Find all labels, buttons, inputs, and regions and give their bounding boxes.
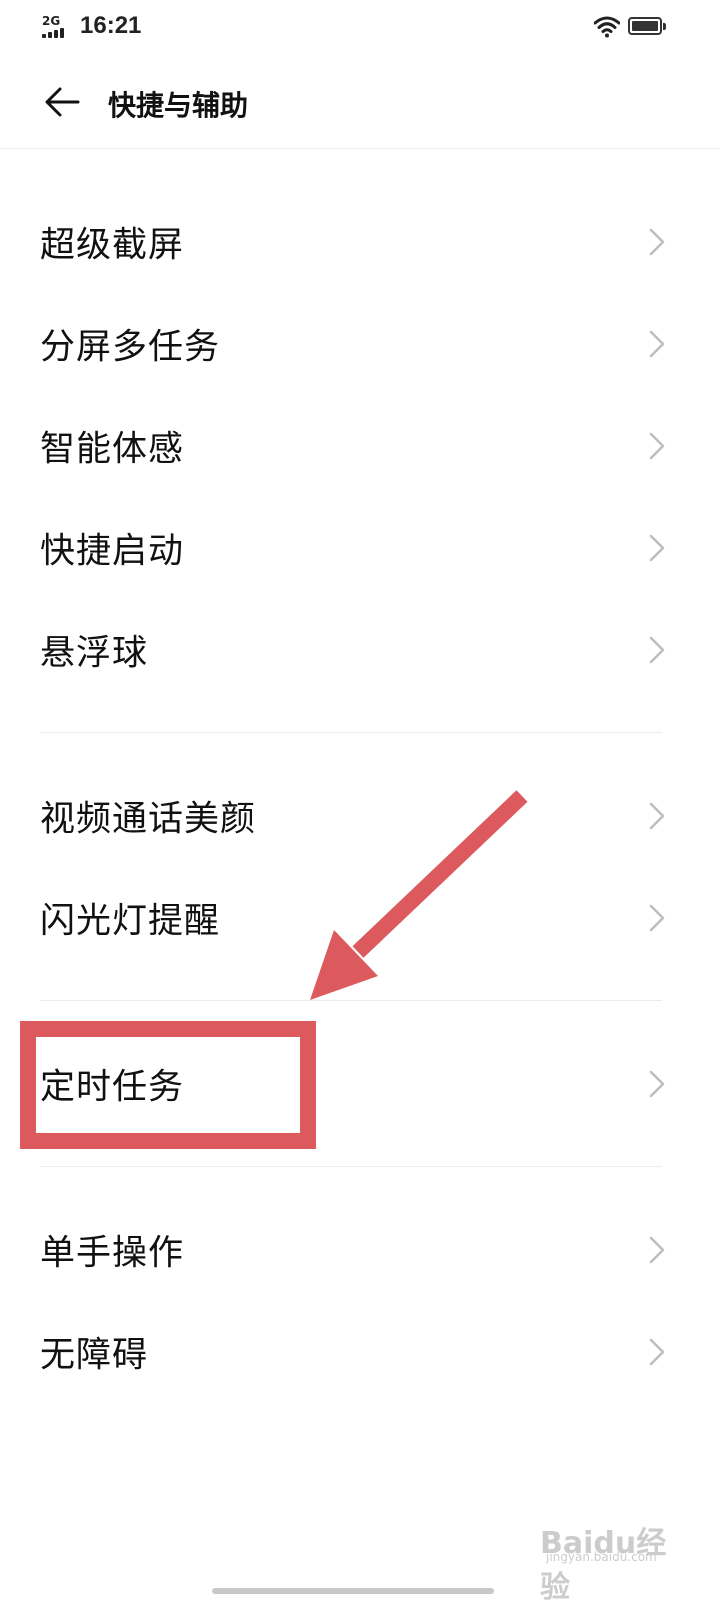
list-item-label: 定时任务 (40, 1067, 185, 1108)
chevron-right-icon (649, 330, 665, 358)
chevron-right-icon (649, 1338, 665, 1366)
list-item-label: 分屏多任务 (40, 327, 221, 368)
chevron-right-icon (649, 1236, 665, 1264)
watermark-subtext: jingyan.baidu.com (546, 1550, 657, 1564)
list-item-accessibility[interactable]: 无障碍 (0, 1302, 720, 1402)
annotation-arrow (310, 790, 528, 1000)
page-title: 快捷与辅助 (108, 89, 249, 122)
home-indicator[interactable] (212, 1588, 494, 1594)
list-item-label: 无障碍 (40, 1335, 149, 1376)
section-divider (40, 732, 662, 733)
page-header: 快捷与辅助 (0, 60, 720, 149)
list-item-split-screen[interactable]: 分屏多任务 (0, 294, 720, 394)
list-item-quick-launch[interactable]: 快捷启动 (0, 498, 720, 598)
signal-icon (42, 28, 70, 38)
list-item-one-hand-mode[interactable]: 单手操作 (0, 1200, 720, 1300)
list-item-label: 闪光灯提醒 (40, 901, 221, 942)
list-item-super-screenshot[interactable]: 超级截屏 (0, 192, 720, 292)
chevron-right-icon (649, 432, 665, 460)
chevron-right-icon (649, 534, 665, 562)
chevron-right-icon (649, 228, 665, 256)
list-item-label: 快捷启动 (40, 531, 185, 572)
list-item-label: 视频通话美颜 (40, 799, 257, 840)
wifi-icon (594, 16, 620, 38)
chevron-right-icon (649, 904, 665, 932)
arrow-left-icon[interactable] (40, 80, 84, 124)
list-item-label: 超级截屏 (40, 225, 185, 266)
network-type: 2G (42, 14, 61, 28)
list-item-label: 单手操作 (40, 1233, 185, 1274)
watermark-logo: Baidu经验 jingyan.baidu.com (540, 1490, 680, 1605)
list-item-floating-ball[interactable]: 悬浮球 (0, 600, 720, 700)
status-bar: 2G 16:21 (0, 0, 720, 56)
list-item-label: 悬浮球 (40, 633, 149, 674)
chevron-right-icon (649, 802, 665, 830)
list-item-label: 智能体感 (40, 429, 185, 470)
battery-icon (628, 17, 666, 35)
chevron-right-icon (649, 1070, 665, 1098)
section-divider (40, 1166, 662, 1167)
list-item-smart-motion[interactable]: 智能体感 (0, 396, 720, 496)
clock-time: 16:21 (80, 12, 142, 39)
chevron-right-icon (649, 636, 665, 664)
list-item-scheduled-tasks[interactable]: 定时任务 (0, 1034, 720, 1134)
